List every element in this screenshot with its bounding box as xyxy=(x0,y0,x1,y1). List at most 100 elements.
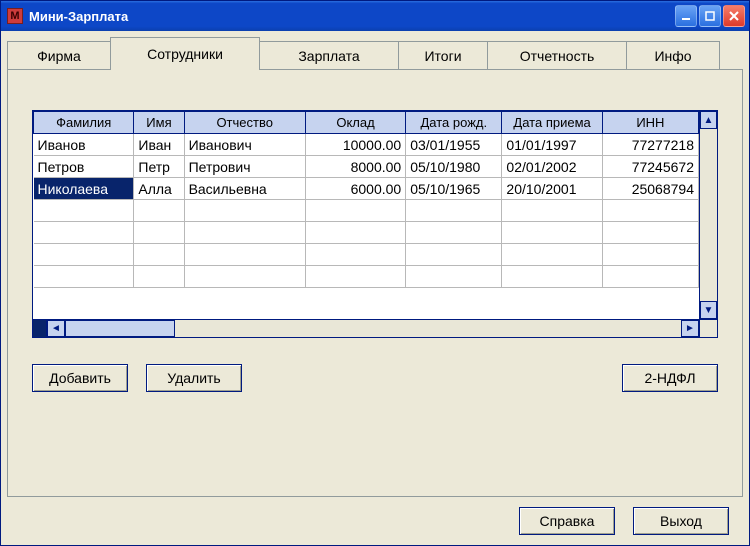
minimize-icon xyxy=(681,11,691,21)
scroll-right-button[interactable]: ► xyxy=(681,320,699,337)
tab-итоги[interactable]: Итоги xyxy=(398,41,488,70)
cell-empty[interactable] xyxy=(602,222,698,244)
cell-empty[interactable] xyxy=(502,222,602,244)
maximize-button[interactable] xyxy=(699,5,721,27)
cell[interactable]: Иванович xyxy=(184,134,305,156)
exit-button[interactable]: Выход xyxy=(633,507,729,535)
titlebar[interactable]: M Мини-Зарплата xyxy=(1,1,749,31)
hscroll-track[interactable] xyxy=(175,320,681,337)
cell[interactable]: Петрович xyxy=(184,156,305,178)
scroll-corner xyxy=(699,320,717,337)
table-row[interactable]: НиколаеваАллаВасильевна6000.0005/10/1965… xyxy=(34,178,699,200)
hscroll-thumb[interactable] xyxy=(65,320,175,337)
bottom-buttons: Справка Выход xyxy=(7,497,743,535)
add-button[interactable]: Добавить xyxy=(32,364,128,392)
col-header[interactable]: Дата приема xyxy=(502,112,602,134)
scroll-up-button[interactable]: ▲ xyxy=(700,111,717,129)
close-button[interactable] xyxy=(723,5,745,27)
tab-фирма[interactable]: Фирма xyxy=(7,41,111,70)
vertical-scrollbar[interactable]: ▲ ▼ xyxy=(699,111,717,319)
col-header[interactable]: Имя xyxy=(134,112,184,134)
tab-сотрудники[interactable]: Сотрудники xyxy=(110,37,260,70)
cell-empty[interactable] xyxy=(184,266,305,288)
scroll-down-button[interactable]: ▼ xyxy=(700,301,717,319)
cell[interactable]: 8000.00 xyxy=(305,156,405,178)
cell[interactable]: 02/01/2002 xyxy=(502,156,602,178)
cell-empty[interactable] xyxy=(34,266,134,288)
cell-empty[interactable] xyxy=(406,200,502,222)
record-marker xyxy=(33,320,47,337)
cell[interactable]: 10000.00 xyxy=(305,134,405,156)
ndfl-button[interactable]: 2-НДФЛ xyxy=(622,364,718,392)
cell-empty[interactable] xyxy=(406,222,502,244)
cell[interactable]: 01/01/1997 xyxy=(502,134,602,156)
close-icon xyxy=(729,11,739,21)
table-row-empty[interactable] xyxy=(34,244,699,266)
cell-empty[interactable] xyxy=(305,266,405,288)
col-header[interactable]: Оклад xyxy=(305,112,405,134)
tabstrip: ФирмаСотрудникиЗарплатаИтогиОтчетностьИн… xyxy=(7,36,743,70)
cell-empty[interactable] xyxy=(134,222,184,244)
cell[interactable]: 77245672 xyxy=(602,156,698,178)
cell[interactable]: Васильевна xyxy=(184,178,305,200)
cell-empty[interactable] xyxy=(406,266,502,288)
cell-empty[interactable] xyxy=(134,244,184,266)
cell[interactable]: 05/10/1980 xyxy=(406,156,502,178)
grid-buttons: Добавить Удалить 2-НДФЛ xyxy=(32,364,718,392)
cell-empty[interactable] xyxy=(184,244,305,266)
cell[interactable]: 6000.00 xyxy=(305,178,405,200)
cell-empty[interactable] xyxy=(305,244,405,266)
cell[interactable]: Иванов xyxy=(34,134,134,156)
cell-empty[interactable] xyxy=(134,200,184,222)
cell-empty[interactable] xyxy=(184,222,305,244)
window-title: Мини-Зарплата xyxy=(29,9,675,24)
employees-grid[interactable]: ФамилияИмяОтчествоОкладДата рожд.Дата пр… xyxy=(32,110,718,338)
grid-header-row[interactable]: ФамилияИмяОтчествоОкладДата рожд.Дата пр… xyxy=(34,112,699,134)
cell-empty[interactable] xyxy=(502,244,602,266)
cell-empty[interactable] xyxy=(502,266,602,288)
cell-empty[interactable] xyxy=(305,200,405,222)
cell[interactable]: Иван xyxy=(134,134,184,156)
grid-table[interactable]: ФамилияИмяОтчествоОкладДата рожд.Дата пр… xyxy=(33,111,699,288)
cell-empty[interactable] xyxy=(34,222,134,244)
cell-empty[interactable] xyxy=(406,244,502,266)
cell[interactable]: Петров xyxy=(34,156,134,178)
cell[interactable]: Николаева xyxy=(34,178,134,200)
table-row-empty[interactable] xyxy=(34,266,699,288)
cell[interactable]: 20/10/2001 xyxy=(502,178,602,200)
table-row[interactable]: ИвановИванИванович10000.0003/01/195501/0… xyxy=(34,134,699,156)
tab-зарплата[interactable]: Зарплата xyxy=(259,41,399,70)
cell-empty[interactable] xyxy=(602,266,698,288)
client-area: ФирмаСотрудникиЗарплатаИтогиОтчетностьИн… xyxy=(1,31,749,545)
cell-empty[interactable] xyxy=(305,222,405,244)
delete-button[interactable]: Удалить xyxy=(146,364,242,392)
col-header[interactable]: Дата рожд. xyxy=(406,112,502,134)
col-header[interactable]: Фамилия xyxy=(34,112,134,134)
vscroll-track[interactable] xyxy=(700,129,717,301)
cell-empty[interactable] xyxy=(184,200,305,222)
tab-отчетность[interactable]: Отчетность xyxy=(487,41,627,70)
col-header[interactable]: Отчество xyxy=(184,112,305,134)
cell[interactable]: 05/10/1965 xyxy=(406,178,502,200)
scroll-left-button[interactable]: ◄ xyxy=(47,320,65,337)
cell-empty[interactable] xyxy=(34,244,134,266)
cell[interactable]: Алла xyxy=(134,178,184,200)
table-row[interactable]: ПетровПетрПетрович8000.0005/10/198002/01… xyxy=(34,156,699,178)
cell-empty[interactable] xyxy=(602,200,698,222)
cell-empty[interactable] xyxy=(34,200,134,222)
cell-empty[interactable] xyxy=(134,266,184,288)
minimize-button[interactable] xyxy=(675,5,697,27)
cell-empty[interactable] xyxy=(502,200,602,222)
cell-empty[interactable] xyxy=(602,244,698,266)
cell[interactable]: 77277218 xyxy=(602,134,698,156)
col-header[interactable]: ИНН xyxy=(602,112,698,134)
cell[interactable]: Петр xyxy=(134,156,184,178)
app-window: M Мини-Зарплата ФирмаСотрудникиЗарплатаИ… xyxy=(0,0,750,546)
horizontal-scrollbar[interactable]: ◄ ► xyxy=(33,319,717,337)
help-button[interactable]: Справка xyxy=(519,507,615,535)
table-row-empty[interactable] xyxy=(34,222,699,244)
cell[interactable]: 03/01/1955 xyxy=(406,134,502,156)
table-row-empty[interactable] xyxy=(34,200,699,222)
cell[interactable]: 25068794 xyxy=(602,178,698,200)
tab-инфо[interactable]: Инфо xyxy=(626,41,720,70)
